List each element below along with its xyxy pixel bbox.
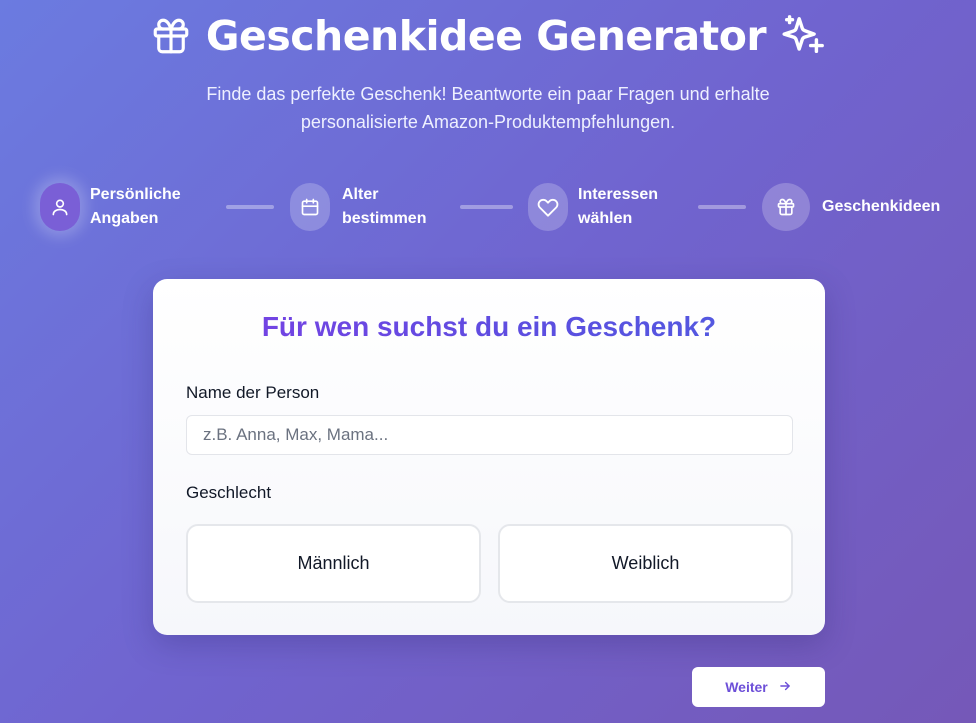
progress-stepper: Persönliche Angaben Alter bestimmen Inte… bbox=[0, 180, 976, 236]
step-connector bbox=[698, 205, 746, 209]
step-1-user-icon[interactable] bbox=[40, 183, 80, 231]
gender-label: Geschlecht bbox=[186, 483, 272, 502]
step-connector bbox=[460, 205, 513, 209]
step-2-calendar-icon[interactable] bbox=[290, 183, 330, 231]
app-header: Geschenkidee Generator bbox=[0, 12, 976, 60]
next-button[interactable]: Weiter bbox=[692, 667, 825, 707]
step-1-label: Persönliche Angaben bbox=[90, 186, 181, 227]
next-button-label: Weiter bbox=[725, 679, 768, 695]
name-input[interactable] bbox=[186, 415, 793, 455]
form-title: Für wen suchst du ein Geschenk? bbox=[153, 311, 825, 343]
sparkles-icon bbox=[780, 13, 826, 59]
page-title: Geschenkidee Generator bbox=[205, 12, 767, 60]
gender-option-male[interactable]: Männlich bbox=[186, 524, 481, 603]
step-2-label: Alter bestimmen bbox=[342, 186, 427, 227]
step-3-label: Interessen wählen bbox=[578, 186, 659, 227]
page-subtitle: Finde das perfekte Geschenk! Beantworte … bbox=[206, 84, 770, 132]
name-label: Name der Person bbox=[186, 383, 320, 402]
step-4-label: Geschenkideen bbox=[822, 198, 941, 215]
gender-option-female[interactable]: Weiblich bbox=[498, 524, 793, 603]
step-4-gift-icon[interactable] bbox=[762, 183, 810, 231]
step-3-heart-icon[interactable] bbox=[528, 183, 568, 231]
form-card: Für wen suchst du ein Geschenk? Name der… bbox=[153, 279, 825, 635]
gift-icon bbox=[150, 15, 192, 57]
step-connector bbox=[226, 205, 274, 209]
arrow-right-icon bbox=[778, 679, 792, 696]
